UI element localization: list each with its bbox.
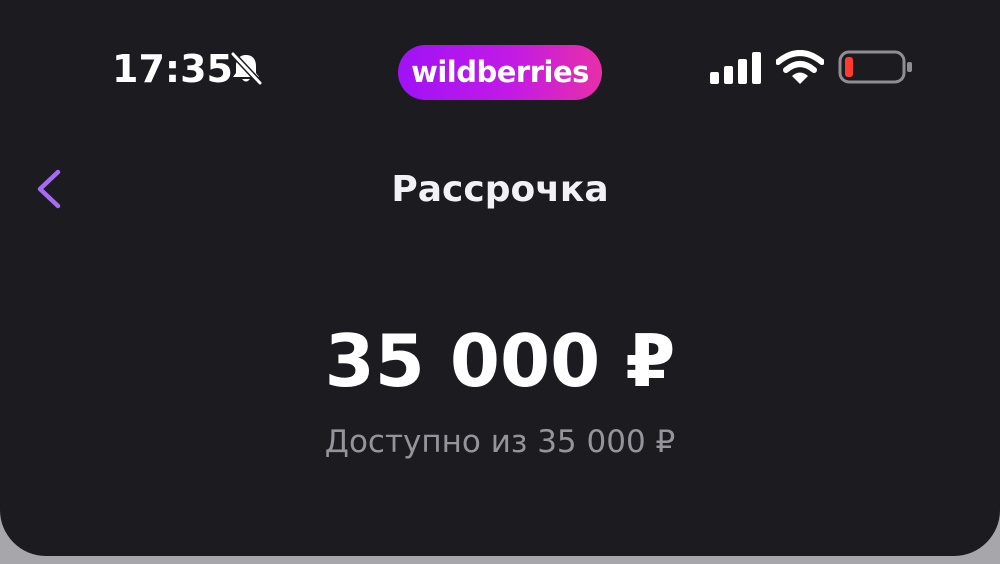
bell-slash-icon [230, 51, 263, 86]
installment-amount: 35 000 ₽ [324, 319, 676, 403]
battery-low-icon [838, 50, 912, 84]
wifi-icon [776, 50, 824, 84]
cellular-signal-icon [710, 52, 761, 84]
brand-name: wildberries [411, 55, 589, 89]
brand-logo: wildberries [398, 45, 602, 100]
app-screen: 17:35 wildberries Рассрочка 35 000 ₽ Дос… [0, 0, 1000, 556]
available-limit-text: Доступно из 35 000 ₽ [324, 424, 676, 460]
page-title: Рассрочка [391, 169, 609, 210]
status-time: 17:35 [112, 47, 233, 91]
